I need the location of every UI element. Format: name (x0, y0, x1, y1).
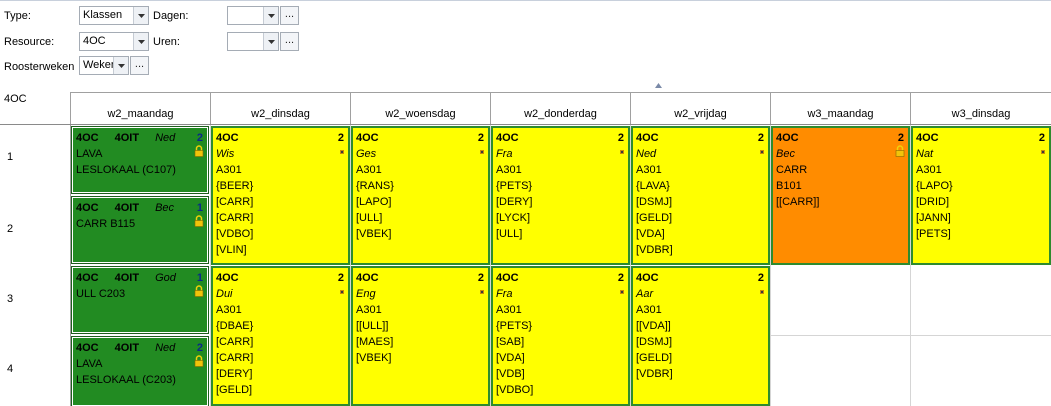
top-border (0, 0, 1051, 1)
lesson-block[interactable]: 4OC 2 Eng A301 [[ULL]] [MAES] [VBEK] (351, 266, 490, 406)
roosterweken-value: Weken (83, 59, 113, 71)
uren-dropdown[interactable] (227, 32, 279, 51)
dagen-dropdown[interactable] (227, 6, 279, 25)
lesson-block-locked[interactable]: 4OC 4OIT Ned 2 LAVA LESLOKAAL (C107) (71, 126, 209, 194)
lesson-count: 2 (757, 132, 764, 144)
header-divider (0, 124, 1051, 125)
type-dropdown[interactable]: Klassen (79, 6, 149, 25)
day-header-w3-dinsdag[interactable]: w3_dinsdag (910, 92, 1051, 125)
roosterweken-more-button[interactable]: ... (130, 56, 149, 75)
resource-dropdown[interactable]: 4OC (79, 32, 149, 51)
note-marker-icon (480, 290, 484, 294)
uren-value (228, 33, 263, 50)
lesson-count: 2 (337, 132, 344, 144)
lesson-count: 2 (1038, 132, 1045, 144)
lesson-block[interactable]: 4OC 2 Ned A301 {LAVA} [DSMJ] [GELD] [VDA… (631, 126, 770, 265)
row-label-1: 1 (7, 151, 14, 163)
resource-label: Resource: (4, 36, 55, 48)
lesson-count: 2 (477, 132, 484, 144)
lesson-count: 2 (196, 342, 203, 354)
lock-icon (194, 285, 204, 297)
lesson-count: 2 (477, 272, 484, 284)
note-marker-icon (1041, 150, 1045, 154)
note-marker-icon (760, 150, 764, 154)
lesson-block[interactable]: 4OC 2 Wis A301 {BEER} [CARR] [CARR] [VDB… (211, 126, 350, 265)
lesson-count: 1 (196, 202, 203, 214)
lesson-block[interactable]: 4OC 2 Ges A301 {RANS} [LAPO] [ULL] [VBEK… (351, 126, 490, 265)
chevron-down-icon[interactable] (133, 33, 148, 50)
row-label-4: 4 (7, 363, 14, 375)
dagen-value (228, 7, 263, 24)
dagen-label: Dagen: (153, 10, 189, 22)
type-value: Klassen (83, 9, 123, 21)
roosterweken-label: Roosterweken (4, 61, 75, 73)
lock-icon (194, 215, 204, 227)
lesson-block[interactable]: 4OC 2 Aar A301 [[VDA]] [DSMJ] [GELD] [VD… (631, 266, 770, 406)
day-header-w2-woensdag[interactable]: w2_woensdag (350, 92, 490, 125)
day-header-w2-vrijdag[interactable]: w2_vrijdag (630, 92, 770, 125)
lesson-count: 2 (897, 132, 904, 144)
resource-value: 4OC (83, 35, 106, 47)
chevron-down-icon[interactable] (113, 57, 128, 74)
note-marker-icon (760, 290, 764, 294)
grid-line (70, 125, 71, 406)
chevron-down-icon[interactable] (133, 7, 148, 24)
note-marker-icon (480, 150, 484, 154)
lesson-count: 2 (757, 272, 764, 284)
row-label-2: 2 (7, 223, 14, 235)
lesson-count: 2 (337, 272, 344, 284)
lesson-block[interactable]: 4OC 2 Fra A301 {PETS} [DERY] [LYCK] [ULL… (491, 126, 630, 265)
note-marker-icon (620, 290, 624, 294)
lock-icon (194, 355, 204, 367)
uren-more-button[interactable]: ... (280, 32, 299, 51)
note-marker-icon (620, 150, 624, 154)
lesson-block-locked[interactable]: 4OC 4OIT Bec 1 CARR B115 (71, 196, 209, 264)
lesson-block[interactable]: 4OC 2 Nat A301 {LAPO} [DRID] [JANN] [PET… (911, 126, 1051, 265)
day-header-w2-donderdag[interactable]: w2_donderdag (490, 92, 630, 125)
lesson-count: 2 (617, 132, 624, 144)
chevron-down-icon[interactable] (263, 33, 278, 50)
lesson-block[interactable]: 4OC 2 Dui A301 {DBAE} [CARR] [CARR] [DER… (211, 266, 350, 406)
dagen-more-button[interactable]: ... (280, 6, 299, 25)
lesson-count: 2 (617, 272, 624, 284)
day-header-w2-maandag[interactable]: w2_maandag (70, 92, 210, 125)
day-header-w2-dinsdag[interactable]: w2_dinsdag (210, 92, 350, 125)
lesson-block-locked[interactable]: 4OC 4OIT God 1 ULL C203 (71, 266, 209, 334)
note-marker-icon (340, 290, 344, 294)
chevron-down-icon[interactable] (263, 7, 278, 24)
row-label-3: 3 (7, 293, 14, 305)
uren-label: Uren: (153, 36, 180, 48)
lock-icon (194, 145, 204, 157)
lesson-block-locked[interactable]: 4OC 4OIT Ned 2 LAVA LESLOKAAL (C203) (71, 336, 209, 406)
collapse-caret-icon[interactable] (655, 83, 662, 88)
lock-icon (895, 145, 905, 157)
roosterweken-dropdown[interactable]: Weken (79, 56, 129, 75)
grid-line (770, 335, 1051, 336)
day-header-w3-maandag[interactable]: w3_maandag (770, 92, 910, 125)
grid-corner-label: 4OC (4, 93, 27, 105)
lesson-block-selected[interactable]: 4OC 2 Bec CARR B101 [[CARR]] (771, 126, 910, 265)
lesson-block[interactable]: 4OC 2 Fra A301 {PETS} [SAB] [VDA] [VDB] … (491, 266, 630, 406)
lesson-count: 2 (196, 132, 203, 144)
lesson-count: 1 (196, 272, 203, 284)
note-marker-icon (340, 150, 344, 154)
type-label: Type: (4, 10, 31, 22)
